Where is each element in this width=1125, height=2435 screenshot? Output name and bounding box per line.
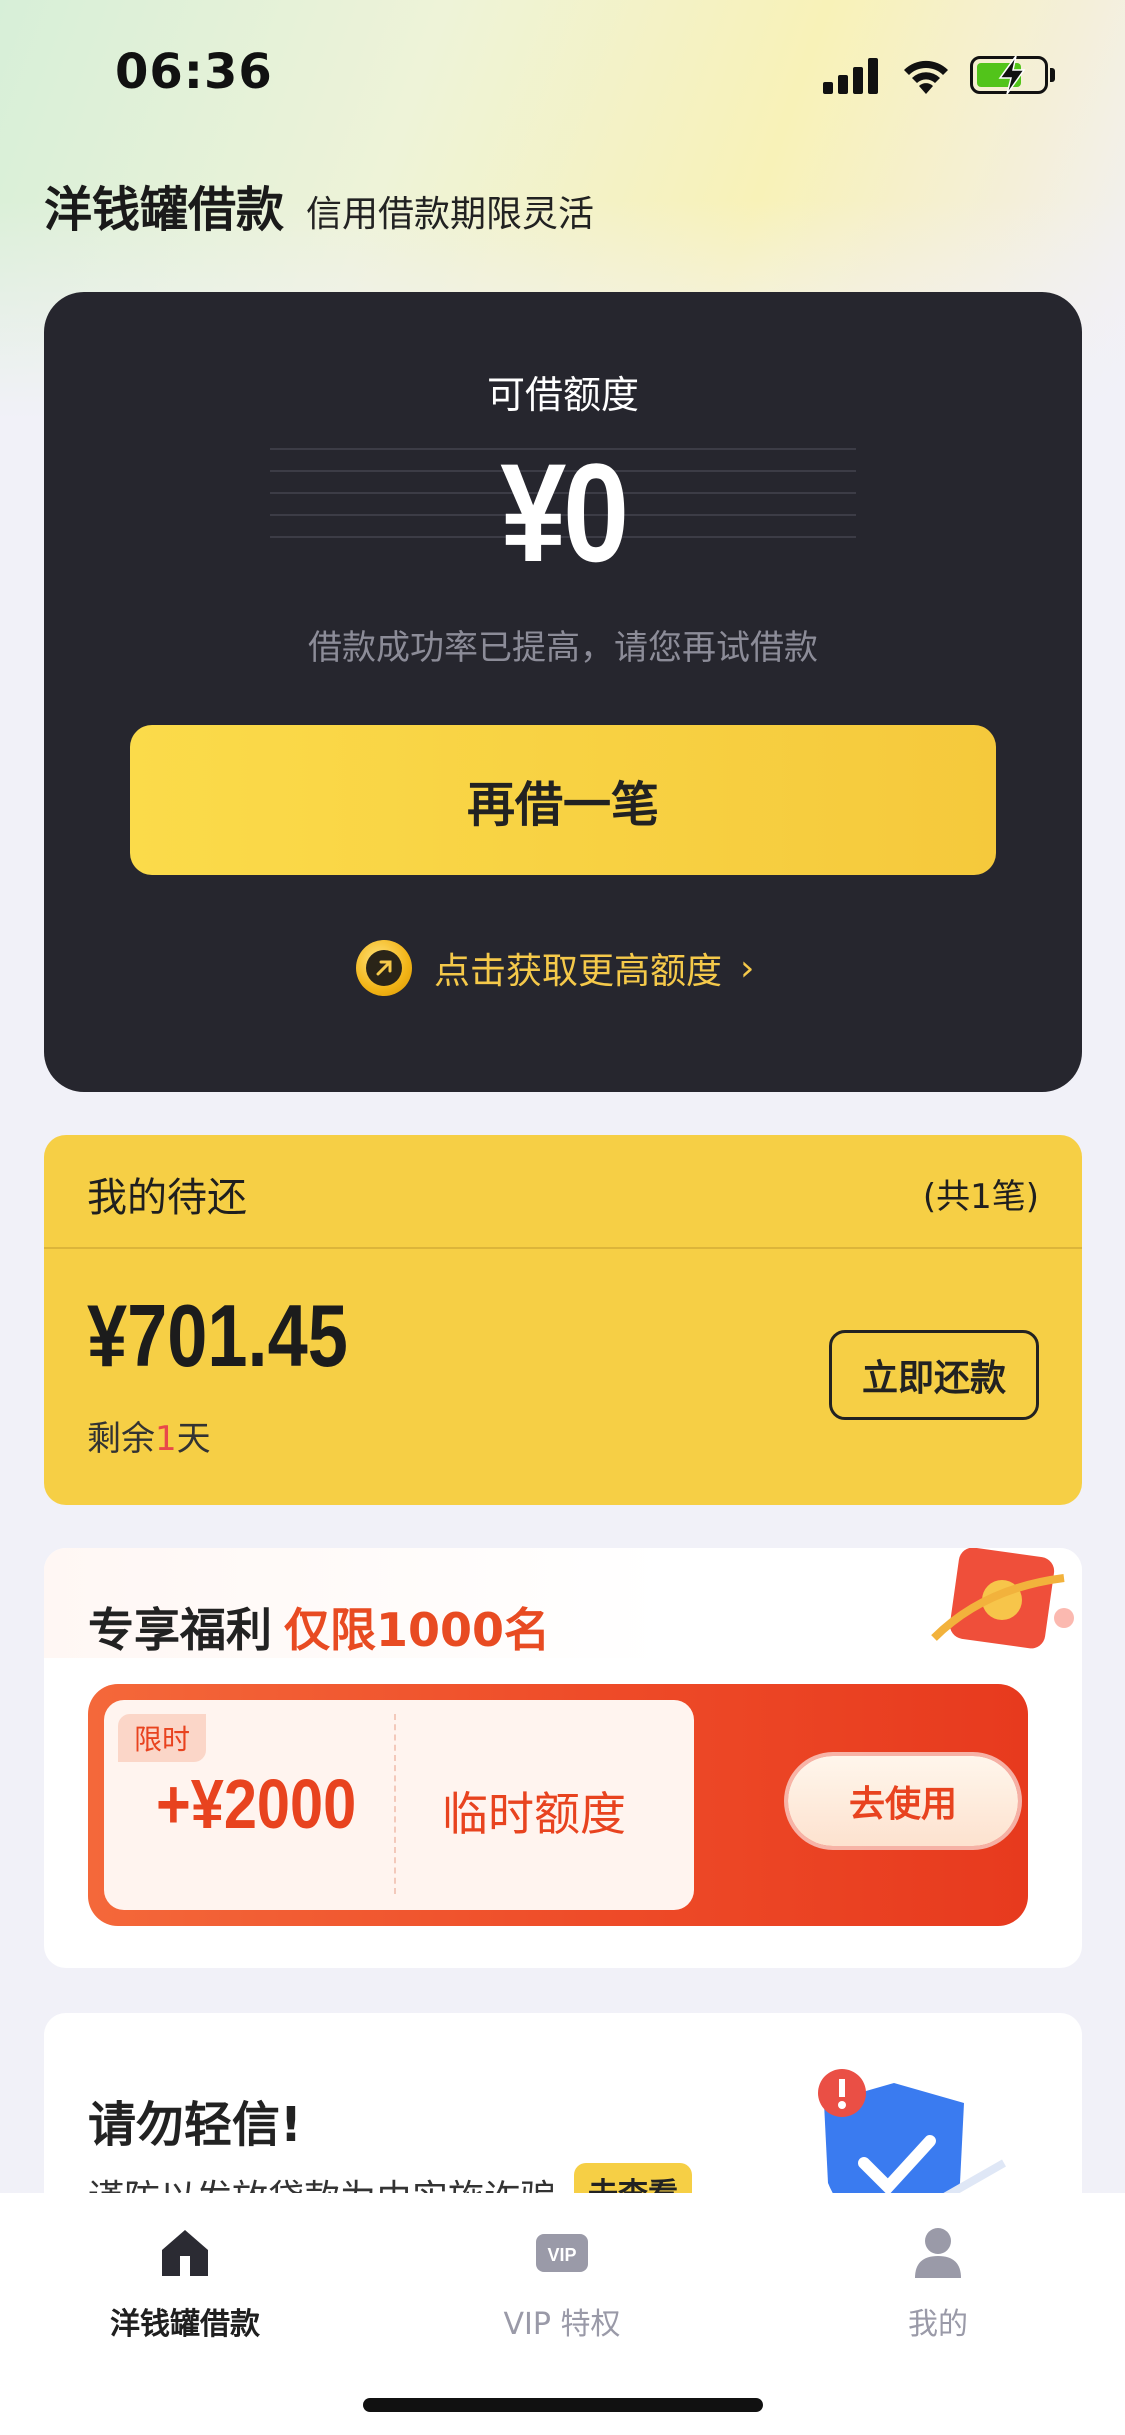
- app-title: 洋钱罐借款: [44, 182, 285, 238]
- status-time: 06:36: [115, 44, 273, 100]
- svg-text:VIP: VIP: [547, 2245, 576, 2265]
- repayment-count: (共1笔): [922, 1177, 1039, 1217]
- use-coupon-button[interactable]: 去使用: [788, 1756, 1018, 1846]
- tab-vip-label: VIP 特权: [503, 2307, 621, 2342]
- coupon-body: 限时 +¥2000 临时额度: [104, 1700, 694, 1910]
- vip-icon: VIP: [412, 2223, 712, 2283]
- coin-arrow-icon: [356, 940, 412, 996]
- exclusive-benefit-card: 专享福利 仅限1000名 限时 +¥2000 临时额度 去使用: [44, 1548, 1082, 1968]
- pending-repayment-card: 我的待还 (共1笔) ¥701.45 剩余1天 立即还款: [44, 1135, 1082, 1505]
- raise-limit-link[interactable]: 点击获取更高额度 ›: [356, 940, 754, 996]
- profile-icon: [788, 2223, 1088, 2283]
- credit-limit-card: 可借额度 ¥0 借款成功率已提高，请您再试借款 再借一笔 点击获取更高额度 ›: [44, 292, 1082, 1092]
- repay-now-button[interactable]: 立即还款: [829, 1330, 1039, 1420]
- red-envelope-gift-icon: [931, 1548, 1074, 1649]
- home-icon: [35, 2223, 335, 2283]
- borrow-again-button[interactable]: 再借一笔: [130, 725, 996, 875]
- repayment-title: 我的待还: [87, 1175, 247, 1221]
- benefit-title: 专享福利: [88, 1603, 272, 1657]
- credit-limit-label: 可借额度: [486, 373, 639, 417]
- raise-limit-label: 点击获取更高额度: [434, 951, 723, 992]
- status-bar: 06:36: [0, 0, 1125, 150]
- home-indicator[interactable]: [363, 2398, 763, 2412]
- days-prefix: 剩余: [87, 1419, 155, 1459]
- coupon-amount: +¥2000: [156, 1765, 357, 1843]
- tab-home[interactable]: 洋钱罐借款: [35, 2223, 335, 2343]
- app-header: 洋钱罐借款 信用借款期限灵活: [44, 170, 594, 240]
- coupon-description: 临时额度: [442, 1787, 626, 1841]
- credit-limit-amount: ¥0: [500, 434, 629, 591]
- app-subtitle: 信用借款期限灵活: [306, 194, 595, 235]
- chevron-right-icon: ›: [740, 947, 755, 989]
- charging-bolt-icon: [998, 55, 1026, 95]
- days-number: 1: [155, 1419, 177, 1459]
- repayment-amount: ¥701.45: [87, 1286, 348, 1385]
- tab-profile[interactable]: 我的: [788, 2223, 1088, 2343]
- repayment-days-remaining: 剩余1天: [87, 1411, 211, 1460]
- battery-nub: [1050, 68, 1055, 82]
- days-suffix: 天: [176, 1419, 211, 1459]
- tab-home-label: 洋钱罐借款: [110, 2307, 260, 2342]
- warning-title: 请勿轻信!: [88, 2097, 302, 2153]
- tab-vip[interactable]: VIP VIP 特权: [412, 2223, 712, 2343]
- coupon-divider: [394, 1714, 396, 1894]
- cellular-signal-icon: [823, 58, 879, 94]
- benefit-limit-text: 仅限1000名: [284, 1603, 551, 1657]
- temporary-credit-coupon: 限时 +¥2000 临时额度 去使用: [88, 1684, 1028, 1926]
- limited-time-tag: 限时: [118, 1714, 207, 1762]
- tab-profile-label: 我的: [908, 2307, 968, 2342]
- repayment-header: 我的待还 (共1笔): [44, 1135, 1082, 1249]
- credit-hint-text: 借款成功率已提高，请您再试借款: [308, 628, 818, 668]
- wifi-icon: [904, 60, 948, 94]
